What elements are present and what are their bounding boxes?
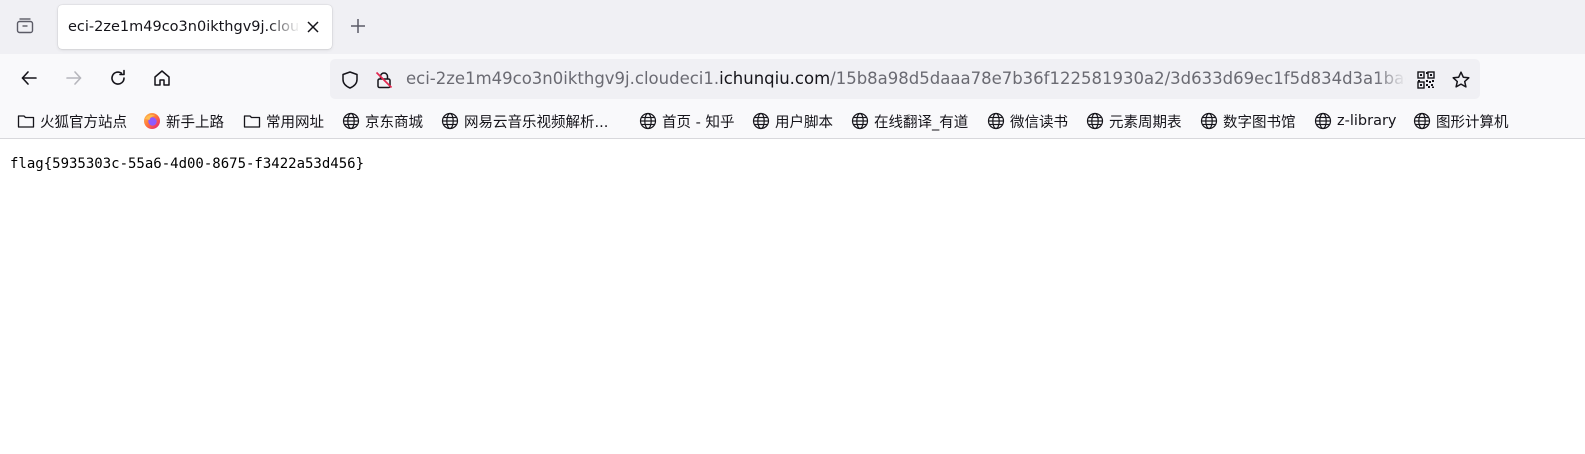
folder-icon	[242, 111, 262, 131]
url-domain: ichunqiu.com	[719, 69, 831, 88]
page-text: flag{5935303c-55a6-4d00-8675-f3422a53d45…	[10, 156, 365, 172]
globe-icon	[986, 111, 1006, 131]
bookmark-label: 火狐官方站点	[40, 114, 127, 131]
shield-icon[interactable]	[339, 69, 361, 91]
tab-title: eci-2ze1m49co3n0ikthgv9j.cloudeci1.ichun…	[68, 19, 300, 35]
home-button[interactable]	[147, 65, 177, 95]
url-bar[interactable]: eci-2ze1m49co3n0ikthgv9j.cloudeci1.ichun…	[330, 59, 1480, 99]
bookmark-item[interactable]: 常用网址	[242, 106, 324, 136]
folder-icon	[16, 111, 36, 131]
bookmark-item[interactable]: 网易云音乐视频解析...	[440, 106, 608, 136]
tab-strip: eci-2ze1m49co3n0ikthgv9j.cloudeci1.ichun…	[0, 0, 1585, 54]
url-text[interactable]: eci-2ze1m49co3n0ikthgv9j.cloudeci1.ichun…	[406, 59, 1406, 99]
browser-window: eci-2ze1m49co3n0ikthgv9j.cloudeci1.ichun…	[0, 0, 1585, 454]
new-tab-button[interactable]	[344, 14, 372, 42]
bookmark-label: 用户脚本	[775, 114, 833, 131]
plus-icon	[349, 17, 367, 39]
bookmark-item[interactable]: 数字图书馆	[1199, 106, 1296, 136]
bookmark-item[interactable]: 在线翻译_有道	[850, 106, 968, 136]
bookmark-label: 常用网址	[266, 114, 324, 131]
back-arrow-icon	[19, 68, 39, 92]
tab-active[interactable]: eci-2ze1m49co3n0ikthgv9j.cloudeci1.ichun…	[58, 5, 332, 49]
globe-icon	[440, 111, 460, 131]
bookmark-label: z-library	[1337, 113, 1397, 129]
bookmark-item[interactable]: 火狐官方站点	[16, 106, 127, 136]
reload-button[interactable]	[103, 65, 133, 95]
bookmark-star-icon[interactable]	[1450, 69, 1472, 91]
bookmark-label: 元素周期表	[1109, 114, 1182, 131]
bookmarks-toolbar: 火狐官方站点 新手上路 常用网址 京东商城 网易云音乐视频解析... 首页 - …	[0, 106, 1585, 139]
bookmark-item[interactable]: 新手上路	[142, 106, 224, 136]
bookmark-label: 数字图书馆	[1223, 114, 1296, 131]
globe-icon	[1412, 111, 1432, 131]
bookmark-item[interactable]: 京东商城	[341, 106, 423, 136]
bookmark-label: 图形计算机	[1436, 114, 1509, 131]
globe-icon	[1313, 111, 1333, 131]
bookmark-label: 网易云音乐视频解析...	[464, 114, 609, 131]
tab-list-icon	[15, 16, 35, 40]
home-icon	[152, 68, 172, 92]
url-path: /15b8a98d5daaa78e7b36f122581930a2/3d633d…	[830, 69, 1406, 88]
bookmark-label: 微信读书	[1010, 114, 1068, 131]
tab-list-button[interactable]	[11, 14, 39, 42]
forward-arrow-icon	[64, 68, 84, 92]
bookmark-item[interactable]: 元素周期表	[1085, 106, 1182, 136]
navigation-toolbar: eci-2ze1m49co3n0ikthgv9j.cloudeci1.ichun…	[0, 54, 1585, 106]
bookmark-item[interactable]: 微信读书	[986, 106, 1068, 136]
globe-icon	[1199, 111, 1219, 131]
bookmark-label: 首页 - 知乎	[662, 114, 735, 131]
forward-button[interactable]	[59, 65, 89, 95]
firefox-icon	[142, 111, 162, 131]
bookmark-label: 京东商城	[365, 114, 423, 131]
globe-icon	[850, 111, 870, 131]
globe-icon	[751, 111, 771, 131]
close-icon[interactable]	[304, 18, 322, 36]
qr-code-icon[interactable]	[1415, 69, 1437, 91]
bookmark-item[interactable]: 首页 - 知乎	[638, 106, 734, 136]
reload-icon	[108, 68, 128, 92]
globe-icon	[341, 111, 361, 131]
bookmark-item[interactable]: 用户脚本	[751, 106, 833, 136]
bookmark-label: 在线翻译_有道	[874, 114, 969, 131]
bookmark-item[interactable]: z-library	[1313, 106, 1397, 136]
globe-icon	[638, 111, 658, 131]
globe-icon	[1085, 111, 1105, 131]
bookmark-label: 新手上路	[166, 114, 224, 131]
url-subdomain: eci-2ze1m49co3n0ikthgv9j.cloudeci1.	[406, 69, 720, 88]
page-content: flag{5935303c-55a6-4d00-8675-f3422a53d45…	[0, 139, 1585, 454]
insecure-lock-icon[interactable]	[373, 69, 395, 91]
back-button[interactable]	[14, 65, 44, 95]
bookmark-item[interactable]: 图形计算机	[1412, 106, 1509, 136]
